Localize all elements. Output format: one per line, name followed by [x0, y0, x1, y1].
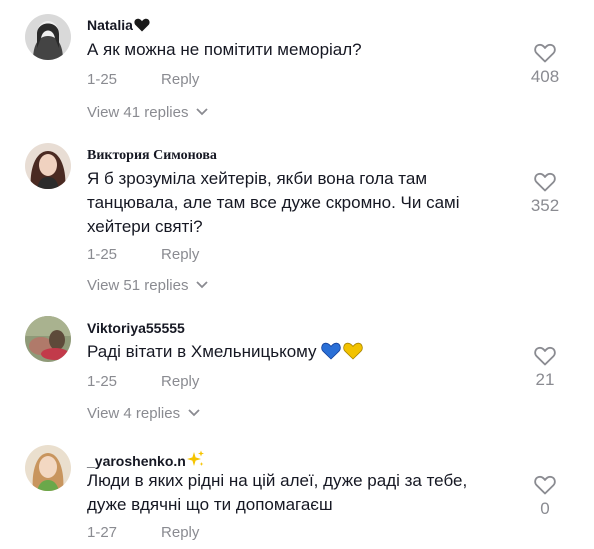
reply-button[interactable]: Reply — [161, 71, 199, 88]
reply-button[interactable]: Reply — [161, 373, 199, 390]
username-text: Viktoriya55555 — [87, 320, 185, 336]
avatar[interactable] — [25, 14, 71, 60]
sparkles-icon — [186, 450, 205, 471]
like-count: 352 — [530, 196, 560, 215]
comment-text: Раді вітати в Хмельницькому — [87, 340, 507, 367]
comment-text: Я б зрозуміла хейтерів, якби вона гола т… — [87, 169, 460, 236]
heart-outline-icon — [518, 475, 572, 495]
view-replies-label: View 4 replies — [87, 405, 181, 422]
username[interactable]: Natalia — [87, 17, 150, 35]
comment-text: Люди в яких рідні на цій алеї, дуже раді… — [87, 471, 468, 514]
view-replies-label: View 51 replies — [87, 277, 189, 294]
like-button[interactable]: 408 — [518, 43, 572, 87]
heart-outline-icon — [518, 346, 572, 366]
heart-outline-icon — [518, 43, 572, 63]
comment-meta: 1-25 Reply — [87, 71, 199, 88]
like-button[interactable]: 0 — [518, 475, 572, 519]
like-button[interactable]: 21 — [518, 346, 572, 390]
comment-date: 1-25 — [87, 373, 118, 390]
comment-date: 1-25 — [87, 246, 118, 263]
comment-date: 1-27 — [87, 524, 118, 541]
reply-button[interactable]: Reply — [161, 246, 199, 263]
like-count: 0 — [540, 499, 550, 518]
username[interactable]: _yaroshenko.n — [87, 450, 205, 471]
avatar[interactable] — [25, 445, 71, 491]
username-text: Natalia — [87, 17, 133, 33]
blue-heart-icon — [320, 342, 341, 367]
username-text: _yaroshenko.n — [87, 453, 186, 469]
comment-date: 1-25 — [87, 71, 118, 88]
chevron-down-icon — [188, 404, 200, 421]
like-button[interactable]: 352 — [518, 172, 572, 216]
view-replies-label: View 41 replies — [87, 104, 189, 121]
reply-button[interactable]: Reply — [161, 524, 199, 541]
avatar[interactable] — [25, 143, 71, 189]
like-count: 21 — [535, 370, 555, 389]
comment-text-content: Раді вітати в Хмельницькому — [87, 342, 317, 361]
comment-meta: 1-27 Reply — [87, 524, 199, 541]
comment-meta: 1-25 Reply — [87, 373, 199, 390]
comment-text: А як можна не помітити меморіал? — [87, 40, 362, 59]
chevron-down-icon — [196, 276, 209, 293]
black-heart-icon — [134, 18, 150, 35]
view-replies-button[interactable]: View 4 replies — [87, 404, 200, 422]
chevron-down-icon — [196, 103, 209, 120]
username[interactable]: Viktoriya55555 — [87, 320, 185, 336]
like-count: 408 — [530, 67, 560, 86]
username[interactable]: Виктория Симонова — [87, 148, 217, 164]
heart-outline-icon — [518, 172, 572, 192]
view-replies-button[interactable]: View 51 replies — [87, 276, 209, 294]
yellow-heart-icon — [342, 342, 363, 367]
view-replies-button[interactable]: View 41 replies — [87, 103, 209, 121]
comment-meta: 1-25 Reply — [87, 246, 199, 263]
avatar[interactable] — [25, 316, 71, 362]
username-text: Виктория Симонова — [87, 148, 217, 163]
